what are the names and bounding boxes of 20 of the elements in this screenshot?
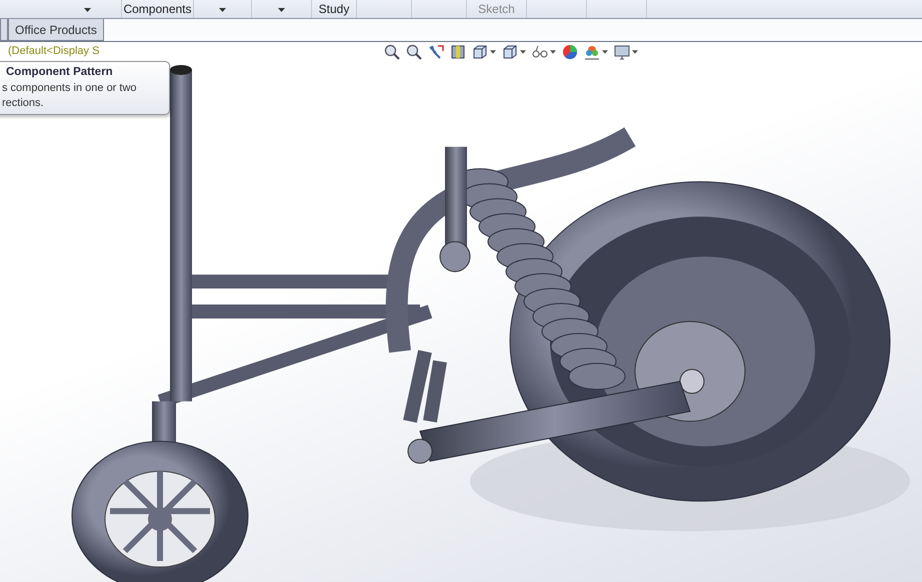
caret-icon[interactable] [520, 50, 526, 54]
eyeglasses-icon[interactable] [532, 44, 548, 60]
toolbar-button[interactable]: Components [123, 3, 192, 16]
caret-icon[interactable] [278, 8, 285, 12]
toolbar-button[interactable]: Study [318, 3, 350, 16]
monitor-icon[interactable] [614, 44, 630, 60]
caret-icon[interactable] [219, 8, 226, 12]
caret-icon[interactable] [84, 8, 91, 12]
tooltip-title: Component Pattern [6, 66, 114, 78]
caret-icon[interactable] [632, 50, 638, 54]
tooltip-text: s components in one or two rections. [2, 81, 138, 111]
tab[interactable]: Office Products [8, 19, 104, 41]
caret-icon[interactable] [550, 50, 556, 54]
color-ball-icon[interactable] [562, 44, 578, 60]
zoom-area-icon[interactable] [406, 44, 422, 60]
caret-icon[interactable] [602, 50, 608, 54]
zoom-fit-icon[interactable] [384, 44, 400, 60]
caret-icon[interactable] [490, 50, 496, 54]
collapsed-tab[interactable] [0, 19, 8, 41]
configuration-label: (Default<Display S [8, 45, 100, 57]
